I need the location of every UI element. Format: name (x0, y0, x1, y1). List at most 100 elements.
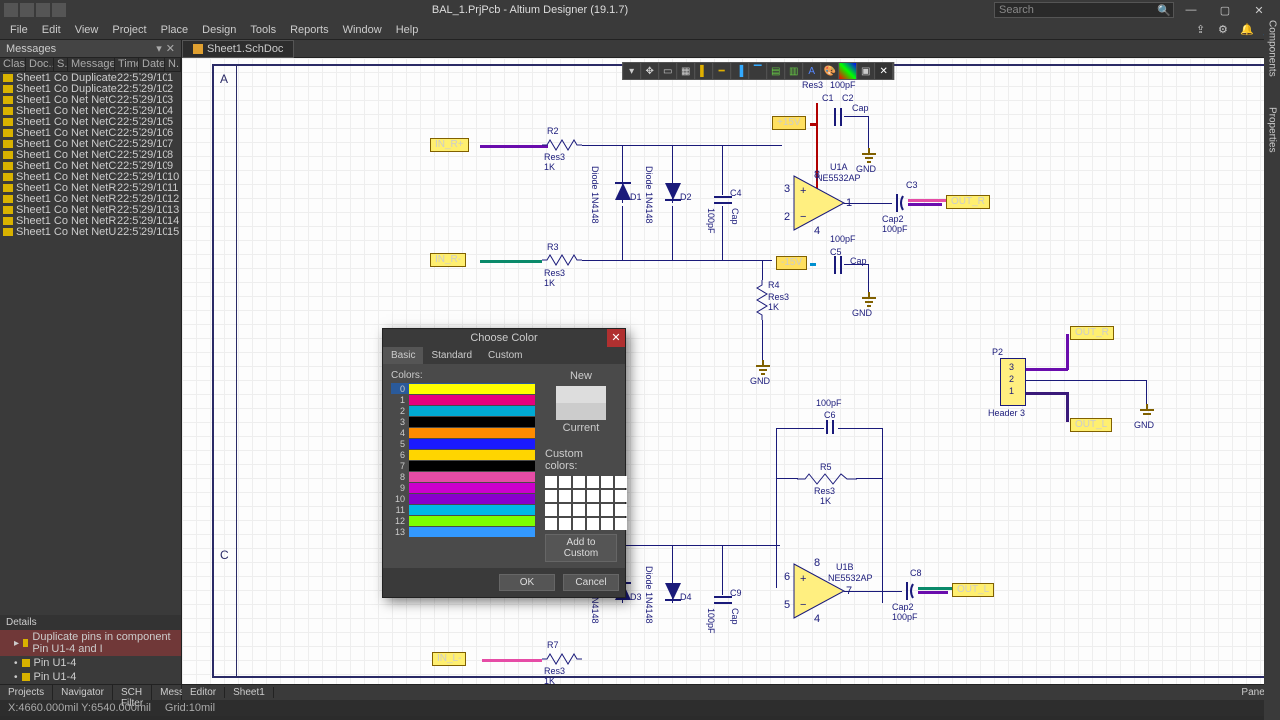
menu-help[interactable]: Help (390, 22, 425, 38)
new-icon[interactable] (20, 3, 34, 17)
port-out-r-p2[interactable]: OUT_R (1070, 326, 1114, 340)
select-icon[interactable]: ▭ (659, 63, 677, 79)
color-swatch[interactable]: 7 (391, 460, 535, 471)
message-row[interactable]: Sheet1 Co Net NetC9_1 has22:5729/1010 (0, 171, 181, 182)
menu-place[interactable]: Place (155, 22, 195, 38)
message-row[interactable]: Sheet1 Co Duplicate pins it22:5729/101 (0, 72, 181, 83)
panel-tab-projects[interactable]: Projects (0, 685, 53, 700)
maximize-button[interactable]: ▢ (1208, 4, 1242, 17)
menu-design[interactable]: Design (196, 22, 242, 38)
move-icon[interactable]: ✥ (641, 63, 659, 79)
color-swatch[interactable]: 11 (391, 504, 535, 515)
port-out-r[interactable]: OUT_R (946, 195, 990, 209)
color-preview (556, 386, 606, 420)
dist-h-icon[interactable]: ▤ (767, 63, 785, 79)
message-row[interactable]: Sheet1 Co Net NetU1_4 has22:5729/1015 (0, 226, 181, 237)
text-icon[interactable]: A (803, 63, 821, 79)
port-out-l-p2[interactable]: OUT_L (1070, 418, 1112, 432)
cancel-button[interactable]: Cancel (563, 574, 619, 591)
crop-icon[interactable]: ▣ (857, 63, 875, 79)
pin-icon[interactable]: ▾ (156, 42, 162, 55)
svg-text:+: + (800, 185, 806, 197)
color-swatch[interactable]: 13 (391, 526, 535, 537)
messages-list[interactable]: Sheet1 Co Duplicate pins it22:5729/101Sh… (0, 72, 181, 237)
share-icon[interactable]: ⇪ (1196, 23, 1210, 37)
filter-icon[interactable]: ▾ (623, 63, 641, 79)
message-row[interactable]: Sheet1 Co Net NetC4_1 has22:5729/107 (0, 138, 181, 149)
add-to-custom-button[interactable]: Add to Custom (545, 534, 617, 562)
panel-properties[interactable]: Properties (1267, 107, 1278, 153)
panel-components[interactable]: Components (1267, 20, 1278, 77)
settings-icon[interactable]: ⚙ (1218, 23, 1232, 37)
menu-reports[interactable]: Reports (284, 22, 335, 38)
details-child[interactable]: • Pin U1-4 (0, 656, 181, 670)
close-panel-icon[interactable]: ✕ (166, 42, 175, 55)
message-row[interactable]: Sheet1 Co Net NetC5_2 contain22:5729/104 (0, 105, 181, 116)
panel-tab-navigator[interactable]: Navigator (53, 685, 113, 700)
color-swatch[interactable]: 8 (391, 471, 535, 482)
message-row[interactable]: Sheet1 Co Net NetC1_2 has22:5729/105 (0, 116, 181, 127)
status-grid: Grid:10mil (165, 702, 215, 714)
port-in-l-minus[interactable]: IN_L- (432, 652, 466, 666)
message-row[interactable]: Sheet1 Co Net NetC6_2 has22:5729/109 (0, 160, 181, 171)
color-swatch[interactable]: 12 (391, 515, 535, 526)
port-out-l[interactable]: OUT_L (952, 583, 994, 597)
menu-project[interactable]: Project (106, 22, 152, 38)
minimize-button[interactable]: — (1174, 4, 1208, 16)
dialog-close-button[interactable]: ✕ (607, 329, 625, 347)
color-swatch[interactable]: 3 (391, 416, 535, 427)
message-row[interactable]: Sheet1 Co Net NetR7_1 has22:5729/1014 (0, 215, 181, 226)
menu-view[interactable]: View (69, 22, 105, 38)
color-swatch[interactable]: 0 (391, 383, 535, 394)
ok-button[interactable]: OK (499, 574, 555, 591)
menu-file[interactable]: File (4, 22, 34, 38)
port-in-r-plus[interactable]: IN_R+ (430, 138, 469, 152)
colorpick-icon[interactable] (839, 63, 857, 79)
port-n15v[interactable]: -15V (776, 256, 807, 270)
message-row[interactable]: Sheet1 Co Duplicate pins it22:5729/102 (0, 83, 181, 94)
menu-edit[interactable]: Edit (36, 22, 67, 38)
color-swatch[interactable]: 4 (391, 427, 535, 438)
color-swatch[interactable]: 2 (391, 405, 535, 416)
align-c-icon[interactable]: ━ (713, 63, 731, 79)
align-r-icon[interactable]: ▐ (731, 63, 749, 79)
message-row[interactable]: Sheet1 Co Net NetR3_1 has22:5729/1012 (0, 193, 181, 204)
document-tab[interactable]: Sheet1.SchDoc (182, 40, 294, 58)
align-l-icon[interactable]: ▌ (695, 63, 713, 79)
tab-standard[interactable]: Standard (423, 347, 480, 364)
bell-icon[interactable]: 🔔 (1240, 23, 1254, 37)
menu-window[interactable]: Window (337, 22, 388, 38)
message-row[interactable]: Sheet1 Co Net NetC2_2 cor22:5729/106 (0, 127, 181, 138)
port-in-r-minus[interactable]: IN_R- (430, 253, 466, 267)
footer-editor[interactable]: Editor (182, 687, 225, 698)
panel-tab-schfilter[interactable]: SCH Filter (113, 685, 152, 700)
schematic-canvas[interactable]: A C ▾ ✥ ▭ ▦ ▌ ━ ▐ ▔ ▤ ▥ A 🎨 ▣ ✕ IN_R (182, 58, 1280, 684)
svg-text:2: 2 (784, 211, 790, 223)
color-swatch[interactable]: 6 (391, 449, 535, 460)
menu-tools[interactable]: Tools (244, 22, 282, 38)
search-input[interactable]: 🔍Search (994, 2, 1174, 18)
color-swatch[interactable]: 9 (391, 482, 535, 493)
dist-v-icon[interactable]: ▥ (785, 63, 803, 79)
tab-custom[interactable]: Custom (480, 347, 530, 364)
color-swatch[interactable]: 10 (391, 493, 535, 504)
tab-basic[interactable]: Basic (383, 347, 423, 364)
color-swatch[interactable]: 1 (391, 394, 535, 405)
message-row[interactable]: Sheet1 Co Net NetR6_1 has22:5729/1013 (0, 204, 181, 215)
save-icon[interactable] (52, 3, 66, 17)
color-icon[interactable]: 🎨 (821, 63, 839, 79)
group-icon[interactable]: ▦ (677, 63, 695, 79)
color-swatch[interactable]: 5 (391, 438, 535, 449)
message-row[interactable]: Sheet1 Co Net NetR2_1 has22:5729/1011 (0, 182, 181, 193)
footer-sheet[interactable]: Sheet1 (225, 687, 274, 698)
custom-color-grid[interactable] (545, 476, 617, 530)
port-p15v[interactable]: +15V (772, 116, 806, 130)
message-row[interactable]: Sheet1 Co Net NetC5_2 cor22:5729/108 (0, 149, 181, 160)
open-icon[interactable] (36, 3, 50, 17)
align-t-icon[interactable]: ▔ (749, 63, 767, 79)
details-summary[interactable]: ▸ Duplicate pins in component Pin U1-4 a… (0, 630, 181, 656)
close-bar-icon[interactable]: ✕ (875, 63, 893, 79)
details-child[interactable]: • Pin U1-4 (0, 670, 181, 684)
message-row[interactable]: Sheet1 Co Net NetC2_2 contain22:5729/103 (0, 94, 181, 105)
details-header: Details (0, 615, 181, 630)
